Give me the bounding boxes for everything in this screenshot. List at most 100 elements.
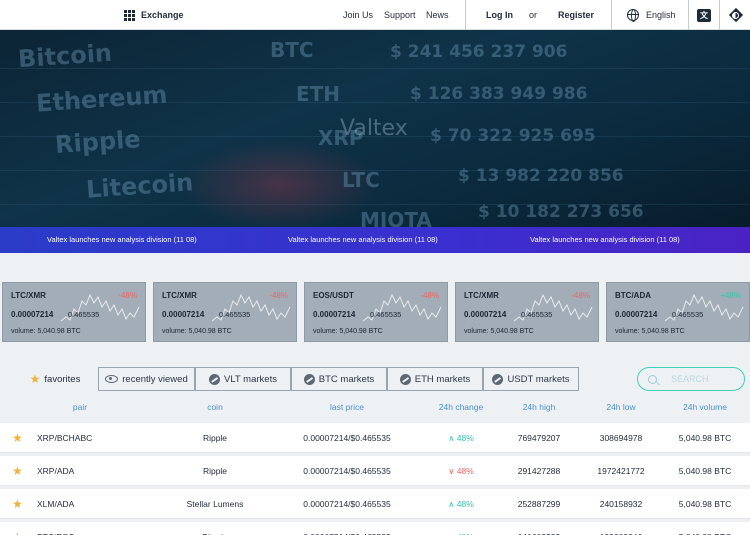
- ticker-item[interactable]: Valtex launches new analysis division (1…: [288, 227, 438, 253]
- card-change: +48%: [720, 291, 741, 300]
- exchange-link[interactable]: Exchange: [124, 0, 184, 30]
- nav-support[interactable]: Support: [384, 0, 416, 30]
- search-input[interactable]: [671, 374, 741, 384]
- card-change: -48%: [118, 291, 137, 300]
- cell-pair: XLM/ADA: [37, 499, 75, 509]
- tab-label: USDT markets: [507, 373, 570, 385]
- col-header-24h-low[interactable]: 24h low: [581, 402, 661, 412]
- tab-recently-viewed[interactable]: recently viewed: [98, 367, 195, 391]
- cell-24h-high: 291427288: [517, 466, 561, 476]
- col-header-last-price[interactable]: last price: [307, 402, 387, 412]
- card-pair: LTC/XMR: [162, 291, 197, 300]
- table-row[interactable]: ★ XRP/ADA Ripple 0.00007214/$0.465535 ∨ 48% 2…: [0, 456, 750, 486]
- tab-vlt-markets[interactable]: VLT markets: [195, 367, 291, 391]
- market-card[interactable]: LTC/XMR -48% 0.00007214 0.465535 volume: 5,0…: [455, 282, 599, 342]
- grid-icon: [124, 9, 135, 21]
- cell-pair: XRP/ADA: [37, 466, 75, 476]
- tab-label: VLT markets: [224, 373, 277, 385]
- translate-button[interactable]: 文: [697, 0, 711, 30]
- card-price: 0.00007214: [615, 310, 658, 319]
- tab-btc-markets[interactable]: BTC markets: [291, 367, 387, 391]
- card-usd-price: 0.465535: [672, 310, 704, 319]
- card-price: 0.00007214: [313, 310, 356, 319]
- card-volume: volume: 5,040.98 BTC: [615, 328, 685, 335]
- card-change: -48%: [420, 291, 439, 300]
- top-header: Exchange Join Us Support News Log In or …: [0, 0, 750, 30]
- col-header-24h-high[interactable]: 24h high: [499, 402, 579, 412]
- col-header-coin[interactable]: coin: [175, 402, 255, 412]
- cell-24h-high: 141603523: [499, 522, 579, 535]
- cell-24h-volume: 5,040.98 BTC: [678, 499, 732, 509]
- cell-24h-volume: 5,040.98 BTC: [678, 466, 732, 476]
- table-row[interactable]: ★ BTC/EOS Bitcoin0.00007214/$0.465535 ∧ 48%…: [0, 522, 750, 535]
- hero-logo: Valtex: [340, 116, 408, 141]
- register-link[interactable]: Register: [558, 0, 594, 30]
- translate-icon: 文: [697, 8, 711, 22]
- cell-last-price: 0.00007214/$0.465535: [303, 433, 391, 443]
- hero-word: $ 70 322 925 695: [430, 126, 596, 146]
- tab-usdt-markets[interactable]: USDT markets: [483, 367, 579, 391]
- table-row[interactable]: ★ XLM/ADA Stellar Lumens 0.00007214/$0.4655…: [0, 489, 750, 519]
- cell-pair: BTC/EOS: [37, 522, 137, 535]
- table-row[interactable]: ★ XRP/BCHABC Ripple 0.00007214/$0.465535 ∧ 4…: [0, 423, 750, 453]
- header-divider: [611, 0, 612, 30]
- card-price: 0.00007214: [162, 310, 205, 319]
- favorite-star-icon[interactable]: ★: [12, 489, 23, 519]
- market-card[interactable]: LTC/XMR -48% 0.00007214 0.465535 volume: 5,0…: [153, 282, 297, 342]
- hero-word: Ethereum: [35, 80, 169, 118]
- cell-24h-high: 769479207: [517, 433, 561, 443]
- market-icon: [303, 373, 315, 385]
- search-icon: [648, 374, 657, 384]
- search-box[interactable]: [637, 367, 745, 391]
- col-header-24h-change[interactable]: 24h change: [421, 402, 501, 412]
- cell-24h-volume: 5,040.98 BTC: [678, 433, 732, 443]
- hero-word: Litecoin: [85, 168, 195, 204]
- header-divider: [465, 0, 466, 30]
- card-change: -48%: [571, 291, 590, 300]
- cell-last-price: 0.00007214/$0.465535: [303, 499, 391, 509]
- tab-label: BTC markets: [318, 373, 375, 385]
- hero-word: Ripple: [54, 125, 142, 159]
- ticker-item[interactable]: Valtex launches new analysis division (1…: [530, 227, 680, 253]
- cell-24h-high: 252887299: [517, 499, 561, 509]
- tab-favorites[interactable]: ★ favorites: [14, 367, 96, 391]
- hero-word: $ 10 182 273 656: [478, 202, 644, 222]
- market-icon: [209, 373, 220, 385]
- or-text: or: [529, 10, 538, 20]
- col-header-24h-volume[interactable]: 24h volume: [665, 402, 745, 412]
- cell-coin: Bitcoin: [150, 522, 280, 535]
- theme-toggle[interactable]: [728, 0, 743, 30]
- nav-join-us[interactable]: Join Us: [343, 0, 373, 30]
- favorite-star-icon[interactable]: ★: [12, 423, 23, 453]
- eye-icon: [105, 375, 119, 383]
- card-usd-price: 0.465535: [521, 310, 553, 319]
- exchange-label: Exchange: [141, 10, 184, 20]
- ticker-item[interactable]: Valtex launches new analysis division (1…: [47, 227, 197, 253]
- favorite-star-icon[interactable]: ★: [12, 456, 23, 486]
- globe-icon: [627, 9, 639, 22]
- login-link[interactable]: Log In: [486, 0, 513, 30]
- tab-eth-markets[interactable]: ETH markets: [387, 367, 483, 391]
- card-price: 0.00007214: [11, 310, 54, 319]
- col-header-pair[interactable]: pair: [40, 402, 120, 412]
- hero-word: MIOTA: [360, 208, 432, 227]
- language-label: English: [646, 10, 676, 20]
- card-pair: LTC/XMR: [464, 291, 499, 300]
- market-card[interactable]: BTC/ADA +48% 0.00007214 0.465535 volume: 5,0…: [606, 282, 750, 342]
- news-ticker: Valtex launches new analysis division (1…: [0, 227, 750, 253]
- cell-last-price: 0.00007214/$0.465535: [303, 466, 391, 476]
- hero-word: $ 13 982 220 856: [458, 166, 624, 186]
- market-card[interactable]: EOS/USDT -48% 0.00007214 0.465535 volume: 5,…: [304, 282, 448, 342]
- cell-24h-volume: 5,040.98 BTC: [665, 522, 745, 535]
- card-usd-price: 0.465535: [68, 310, 100, 319]
- language-selector[interactable]: English: [627, 0, 676, 30]
- card-volume: volume: 5,040.98 BTC: [464, 328, 534, 335]
- favorite-star-icon[interactable]: ★: [12, 522, 23, 535]
- nav-news[interactable]: News: [426, 0, 449, 30]
- cell-coin: Ripple: [202, 466, 228, 476]
- cell-24h-low: 199803246: [581, 522, 661, 535]
- market-icon: [399, 373, 411, 385]
- cell-24h-change: ∧ 48%: [448, 433, 474, 443]
- card-pair: EOS/USDT: [313, 291, 354, 300]
- market-card[interactable]: LTC/XMR -48% 0.00007214 0.465535 volume: 5,0…: [2, 282, 146, 342]
